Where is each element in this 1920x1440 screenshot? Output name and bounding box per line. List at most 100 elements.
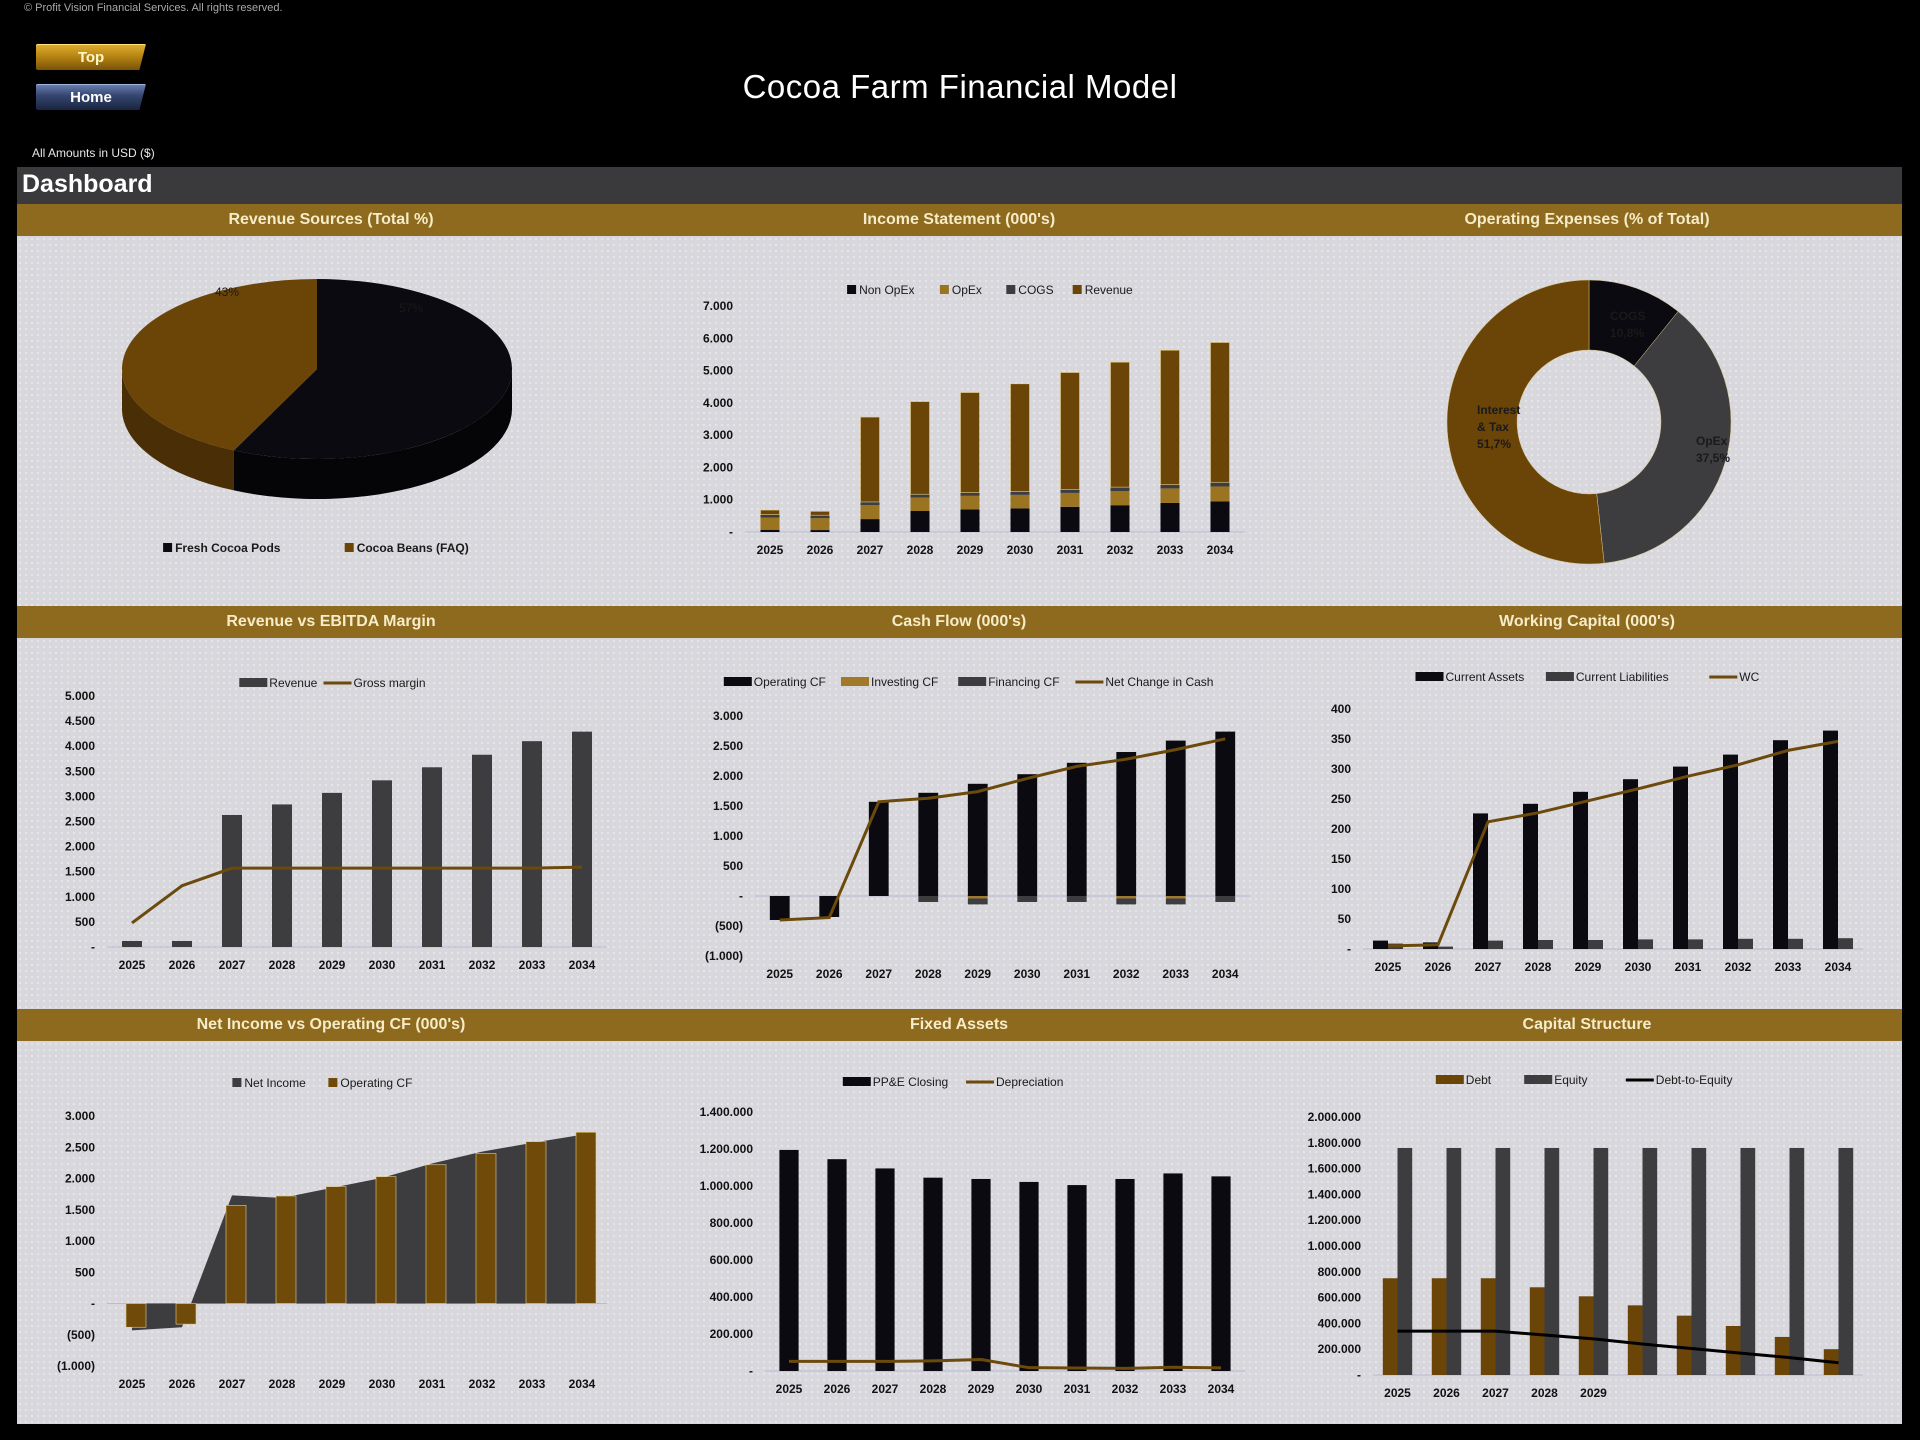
bar-revenue	[1110, 361, 1130, 488]
legend-pp-e-closing-swatch	[842, 1077, 871, 1086]
legend-equity-swatch	[1524, 1075, 1553, 1084]
revenue-sources-chart: 57% 43% Fresh Cocoa Pods Cocoa Beans (FAQ)	[17, 236, 645, 606]
y-tick-label: 300	[1331, 762, 1351, 776]
bar-non-opex	[1010, 508, 1030, 532]
bar-opex	[860, 505, 880, 520]
y-tick-label: 5.000	[65, 689, 95, 703]
y-tick-label: 1.000	[65, 890, 95, 904]
x-tick-label: 2032	[469, 1377, 496, 1391]
y-tick-label: 500	[75, 1265, 95, 1279]
x-tick-label: 2027	[872, 1382, 899, 1396]
section-title-net-income-vs-ocf: Net Income vs Operating CF (000's)	[196, 1016, 466, 1033]
y-tick-label: (1.000)	[705, 949, 743, 963]
bar-ppe-closing	[1163, 1173, 1183, 1371]
y-tick-label: -	[1357, 1368, 1361, 1382]
legend-net-income-swatch	[232, 1078, 242, 1087]
bar-operating-cf	[275, 1195, 297, 1304]
bar-revenue	[1210, 342, 1230, 483]
x-tick-label: 2034	[569, 1377, 596, 1391]
bar-current-liabilities	[1638, 939, 1653, 949]
y-tick-label: 1.500	[65, 1203, 95, 1217]
income-statement-chart: - 1.000 2.000 3.000 4.000 5.000 6.000 7.000 2025…	[645, 236, 1273, 606]
x-tick-label: 2034	[569, 958, 596, 972]
y-tick-label: 1.200.000	[1308, 1213, 1362, 1227]
top-button[interactable]: Top	[36, 44, 146, 70]
bar-financing-cf	[1165, 898, 1186, 905]
bar-revenue	[222, 814, 242, 947]
bar-revenue	[1010, 383, 1030, 492]
net-income-vs-ocf-chart: (1.000) (500) - 500 1.000 1.500 2.000 2.500 3.00…	[17, 1041, 645, 1424]
x-tick-label: 2031	[1057, 543, 1084, 557]
y-tick-label: -	[91, 1297, 95, 1311]
bar-ppe-closing	[1067, 1185, 1087, 1371]
operating-expenses-svg: COGS 10,8% OpEx 37,5% Interest & Tax 51,7%	[1446, 279, 1732, 565]
bar-operating-cf	[967, 783, 988, 896]
y-tick-label: 2.000	[703, 460, 733, 474]
y-tick-label: -	[749, 1364, 753, 1378]
legend-revenue-swatch	[1072, 285, 1082, 294]
bar-equity	[1789, 1147, 1805, 1375]
legend-fresh-cocoa-pods-swatch	[163, 543, 173, 552]
legend-investing-cf-label: Investing CF	[871, 675, 938, 689]
section-title-fixed-assets: Fixed Assets	[909, 1016, 1009, 1033]
bar-cogs	[860, 501, 880, 506]
x-tick-label: 2029	[957, 543, 984, 557]
y-tick-label: 400	[1331, 702, 1351, 716]
donut-label-interest-tax: Interest	[1477, 403, 1520, 417]
y-tick-label: 1.400.000	[1308, 1187, 1362, 1201]
x-tick-label: 2030	[1007, 543, 1034, 557]
bar-revenue	[172, 940, 192, 947]
bar-debt	[1627, 1305, 1643, 1375]
bar-operating-cf	[175, 1303, 197, 1325]
legend-net-income-label: Net Income	[244, 1076, 306, 1090]
section-band-row3: Net Income vs Operating CF (000's) Fixed…	[17, 1009, 1902, 1041]
y-tick-label: 2.500	[713, 739, 743, 753]
x-tick-label: 2033	[1162, 967, 1189, 981]
y-tick-label: 6.000	[703, 331, 733, 345]
bar-investing-cf	[967, 896, 988, 899]
y-tick-label: 1.200.000	[700, 1142, 754, 1156]
bar-equity	[1397, 1147, 1413, 1375]
x-tick-label: 2029	[964, 967, 991, 981]
bar-current-assets	[1473, 813, 1488, 949]
bar-operating-cf	[1165, 740, 1186, 896]
bar-revenue	[760, 509, 780, 515]
legend-equity-label: Equity	[1554, 1073, 1587, 1087]
legend-depreciation-label: Depreciation	[996, 1075, 1063, 1089]
y-tick-label: (500)	[67, 1328, 95, 1342]
bar-cogs	[1060, 489, 1080, 493]
x-tick-label: 2032	[1107, 543, 1134, 557]
legend-financing-cf-swatch	[958, 677, 987, 686]
bar-revenue	[572, 731, 592, 947]
x-tick-label: 2034	[1212, 967, 1239, 981]
x-tick-label: 2025	[1384, 1386, 1411, 1400]
y-tick-label: 400.000	[1318, 1316, 1362, 1330]
x-tick-label: 2028	[907, 543, 934, 557]
y-tick-label: 1.800.000	[1308, 1136, 1362, 1150]
y-tick-label: 1.000.000	[700, 1179, 754, 1193]
x-tick-label: 2029	[968, 1382, 995, 1396]
y-tick-label: 600.000	[710, 1253, 754, 1267]
revenue-vs-ebitda-chart: - 500 1.000 1.500 2.000 2.500 3.000 3.500 4.000 4…	[17, 638, 645, 1009]
bar-revenue	[1060, 372, 1080, 490]
legend-non-opex-label: Non OpEx	[859, 283, 914, 297]
legend-debt-swatch	[1435, 1075, 1464, 1084]
bar-non-opex	[1160, 502, 1180, 532]
x-tick-label: 2026	[169, 1377, 196, 1391]
x-tick-label: 2032	[1113, 967, 1140, 981]
legend-current-assets-label: Current Assets	[1446, 670, 1525, 684]
x-tick-label: 2030	[369, 1377, 396, 1391]
y-tick-label: 150	[1331, 852, 1351, 866]
bar-operating-cf	[225, 1205, 247, 1304]
line-debt-to-equity	[1397, 1329, 1839, 1365]
y-tick-label: 1.000	[703, 493, 733, 507]
bar-financing-cf	[1116, 898, 1137, 905]
bar-equity	[1691, 1147, 1707, 1375]
bar-cogs	[910, 494, 930, 498]
section-band-row2: Revenue vs EBITDA Margin Cash Flow (000'…	[17, 606, 1902, 638]
fixed-assets-svg: - 200.000 400.000 600.000 800.000 1.000.000 1.…	[700, 1075, 1245, 1396]
bar-operating-cf	[425, 1164, 447, 1304]
x-tick-label: 2027	[865, 967, 892, 981]
section-title-income-statement: Income Statement (000's)	[862, 211, 1056, 228]
y-tick-label: (1.000)	[57, 1359, 95, 1373]
